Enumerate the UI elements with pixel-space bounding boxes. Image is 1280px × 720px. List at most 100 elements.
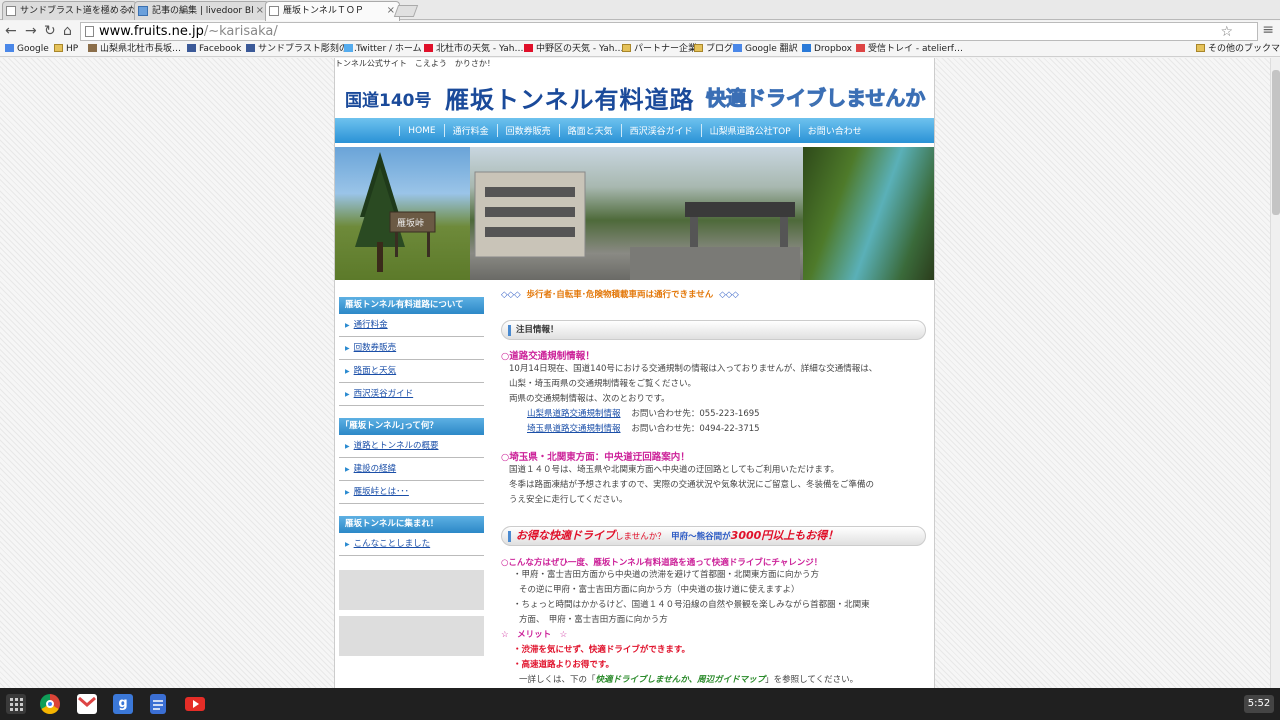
bookmark-item[interactable]: その他のブックマーク — [1196, 42, 1280, 56]
nav-road-weather[interactable]: 路面と天気 — [558, 124, 621, 137]
new-tab-button[interactable] — [393, 5, 419, 17]
forward-icon[interactable]: → — [25, 22, 37, 40]
paragraph: 冬季は路面凍結が予想されますので、実際の交通状況や気象状況にご留意し、冬装備をご… — [509, 480, 874, 490]
sidebar-link[interactable]: こんなことしました — [339, 533, 484, 556]
promo-text: 3000円以上もお得！ — [730, 529, 839, 542]
home-icon[interactable]: ⌂ — [63, 22, 72, 40]
bookmark-item[interactable]: Google — [5, 42, 49, 56]
waterfall-photo — [803, 147, 934, 280]
bookmark-item[interactable]: Twitter / ホーム — [344, 42, 422, 56]
nav-home[interactable]: HOME — [399, 125, 443, 136]
bookmark-item[interactable]: Google 翻訳 — [733, 42, 798, 56]
sidebar-heading: 雁坂トンネルに集まれ！ — [339, 516, 484, 533]
paragraph: その逆に甲府・富士吉田方面に向かう方（中央道の抜け道に使えますよ） — [519, 585, 800, 595]
paragraph: 方面、 甲府・富士吉田方面に向かう方 — [519, 615, 668, 625]
dropbox-icon — [802, 44, 811, 52]
gmail-icon — [856, 44, 865, 52]
bookmark-item[interactable]: HP — [54, 42, 78, 56]
nav-toll[interactable]: 通行料金 — [443, 124, 497, 137]
docs-icon[interactable] — [150, 694, 166, 714]
global-nav: HOME 通行料金 回数券販売 路面と天気 西沢渓谷ガイド 山梨県道路公社TOP… — [335, 118, 934, 143]
browser-tab[interactable]: サンドブラスト道を極めるため × — [2, 1, 137, 20]
browser-tab[interactable]: 記事の編集 | livedoor Bl × — [134, 1, 269, 20]
banner-placeholder[interactable] — [339, 570, 484, 610]
bookmark-item[interactable]: サンドブラスト彫刻の… — [246, 42, 357, 56]
bookmark-item[interactable]: ブログ — [694, 42, 733, 56]
scrollbar-thumb[interactable] — [1272, 70, 1280, 215]
site-tagline: トンネル公式サイト こえよう かりさか！ — [335, 59, 495, 68]
bookmark-item[interactable]: 山梨県北杜市長坂… — [88, 42, 181, 56]
nav-public-corp[interactable]: 山梨県道路公社TOP — [700, 124, 799, 137]
section-header: 注目情報！ — [501, 320, 926, 340]
bookmark-item[interactable]: 受信トレイ - atelierf… — [856, 42, 963, 56]
close-icon[interactable]: × — [256, 2, 264, 20]
site-name: 雁坂トンネル有料道路 — [445, 86, 695, 114]
sidebar-heading: ｢雁坂トンネル｣って何？ — [339, 418, 484, 435]
text: 一詳しくは、下の「 — [519, 675, 596, 685]
reload-icon[interactable]: ↻ — [44, 22, 56, 40]
address-bar[interactable]: www.fruits.ne.jp/~karisaka/ ☆ — [80, 22, 1258, 41]
page-viewport: トンネル公式サイト こえよう かりさか！ 国道140号 雁坂トンネル有料道路 快… — [0, 58, 1270, 688]
header-banner: 雁坂峠 — [335, 147, 934, 280]
link-row: 埼玉県道路交通規制情報 お問い合わせ先：0494-22-3715 — [501, 422, 926, 437]
page-icon — [85, 26, 94, 37]
sidebar-link[interactable]: 路面と天気 — [339, 360, 484, 383]
promo-header: お得な快適ドライブしませんか？ 甲府～熊谷間が3000円以上もお得！ — [501, 526, 926, 546]
text: 」を参照してください。 — [765, 675, 859, 685]
bookmark-item[interactable]: パートナー企業 — [622, 42, 697, 56]
toll-gate-photo — [470, 147, 803, 280]
sidebar-link[interactable]: 通行料金 — [339, 314, 484, 337]
sidebar-link[interactable]: 雁坂峠とは･･･ — [339, 481, 484, 504]
sidebar-link[interactable]: 西沢渓谷ガイド — [339, 383, 484, 406]
yamanashi-traffic-link[interactable]: 山梨県道路交通規制情報 — [527, 409, 621, 419]
os-taskbar: g 5:52 — [0, 688, 1280, 720]
browser-tab-active[interactable]: 雁坂トンネルＴＯＰ × — [265, 1, 400, 21]
site-logo[interactable]: 国道140号 雁坂トンネル有料道路 快適ドライブしませんか — [335, 70, 934, 118]
paragraph: ・ちょっと時間はかかるけど、国道１４０号沿線の自然や景観を楽しみながら首都圏・北… — [513, 600, 870, 610]
vertical-scrollbar[interactable] — [1270, 58, 1280, 688]
nav-nishizawa[interactable]: 西沢渓谷ガイド — [620, 124, 701, 137]
star-icon[interactable]: ☆ — [1220, 24, 1233, 41]
saitama-traffic-link[interactable]: 埼玉県道路交通規制情報 — [527, 424, 621, 434]
youtube-icon[interactable] — [185, 697, 205, 711]
site-icon — [88, 44, 97, 52]
close-icon[interactable]: × — [387, 2, 395, 20]
sidebar-link[interactable]: 道路とトンネルの概要 — [339, 435, 484, 458]
challenge-heading: ○こんな方はぜひ一度、雁坂トンネル有料道路を通って快適ドライブにチャレンジ！ — [501, 558, 823, 568]
mountain-photo: 雁坂峠 — [335, 147, 470, 280]
sidebar-section: 雁坂トンネルに集まれ！ こんなことしました — [339, 516, 484, 556]
sidebar-section: ｢雁坂トンネル｣って何？ 道路とトンネルの概要 建設の経緯 雁坂峠とは･･･ — [339, 418, 484, 504]
folder-icon — [1196, 44, 1205, 52]
route-number: 国道140号 — [345, 91, 432, 111]
bookmark-item[interactable]: Dropbox — [802, 42, 852, 56]
merit-heading: ☆ メリット ☆ — [501, 630, 568, 640]
nav-tickets[interactable]: 回数券販売 — [496, 124, 559, 137]
google-plus-icon[interactable]: g — [113, 694, 133, 714]
merit-item: ・渋滞を気にせず、快適ドライブができます。 — [513, 645, 691, 655]
paragraph: 両県の交通規制情報は、次のとおりです。 — [509, 394, 670, 404]
clock[interactable]: 5:52 — [1244, 695, 1274, 713]
merit-item: ・高速道路よりお得です。 — [513, 660, 614, 670]
sidebar-section: 雁坂トンネル有料道路について 通行料金 回数券販売 路面と天気 西沢渓谷ガイド — [339, 297, 484, 406]
bookmark-item[interactable]: Facebook — [187, 42, 241, 56]
phone-number: お問い合わせ先：0494-22-3715 — [631, 424, 760, 434]
bookmark-item[interactable]: 北杜市の天気 - Yah… — [424, 42, 523, 56]
bookmark-item[interactable]: 中野区の天気 - Yah… — [524, 42, 623, 56]
nav-contact[interactable]: お問い合わせ — [798, 124, 870, 137]
phone-number: お問い合わせ先：055-223-1695 — [631, 409, 760, 419]
tab-title: サンドブラスト道を極めるため — [20, 6, 137, 16]
gmail-icon[interactable] — [77, 694, 97, 714]
sidebar-link[interactable]: 建設の経緯 — [339, 458, 484, 481]
apps-launcher-icon[interactable] — [6, 694, 26, 714]
guide-map-link[interactable]: 快適ドライブしませんか、周辺ガイドマップ — [596, 675, 766, 685]
chrome-icon[interactable] — [40, 694, 60, 714]
edit-icon — [138, 6, 148, 16]
tab-title: 雁坂トンネルＴＯＰ — [283, 6, 364, 16]
close-icon[interactable]: × — [124, 2, 132, 20]
back-icon[interactable]: ← — [5, 22, 17, 40]
warning-text: 歩行者･自転車･危険物積載車両は通行できません — [526, 290, 714, 300]
paragraph: 山梨・埼玉両県の交通規制情報をご覧ください。 — [509, 379, 697, 389]
banner-placeholder[interactable] — [339, 616, 484, 656]
menu-icon[interactable]: ≡ — [1262, 22, 1274, 38]
sidebar-link[interactable]: 回数券販売 — [339, 337, 484, 360]
